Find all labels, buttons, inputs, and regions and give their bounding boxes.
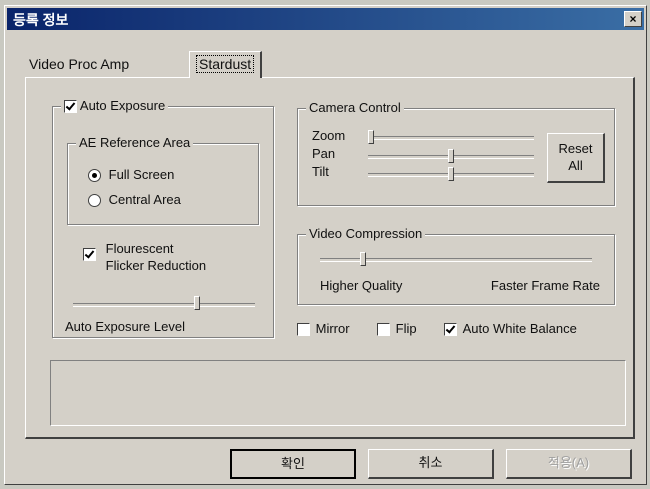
camera-control-legend: Camera Control	[306, 100, 404, 115]
central-area-label: Central Area	[108, 192, 181, 207]
tab-video-proc-amp[interactable]: Video Proc Amp	[23, 53, 135, 75]
flip-option[interactable]: Flip	[377, 321, 417, 337]
reset-label-line1: Reset	[558, 141, 593, 156]
flicker-label-line1: Flourescent	[105, 241, 174, 256]
tab-stardust-label: Stardust	[196, 55, 255, 73]
zoom-slider-thumb[interactable]	[368, 130, 374, 144]
reset-label-line2: All	[568, 158, 583, 173]
zoom-track	[368, 136, 534, 140]
auto-white-balance-label: Auto White Balance	[462, 321, 577, 336]
flicker-reduction-option[interactable]: Flourescent Flicker Reduction	[83, 240, 206, 274]
info-area	[50, 360, 626, 426]
full-screen-label: Full Screen	[108, 167, 175, 182]
auto-white-balance-checkbox[interactable]	[444, 323, 457, 337]
flicker-reduction-checkbox[interactable]	[83, 248, 96, 261]
auto-exposure-group: Auto Exposure AE Reference Area Full Scr…	[52, 98, 274, 338]
zoom-label: Zoom	[312, 128, 346, 143]
auto-white-balance-option[interactable]: Auto White Balance	[444, 321, 577, 337]
ae-reference-group: AE Reference Area Full Screen Central Ar…	[67, 135, 259, 225]
pan-label: Pan	[312, 146, 336, 161]
video-compression-group: Video Compression Higher Quality Faster …	[297, 226, 615, 305]
close-button[interactable]: ×	[624, 11, 642, 27]
mirror-checkbox[interactable]	[297, 323, 310, 337]
flip-label: Flip	[395, 321, 417, 336]
full-screen-radio[interactable]	[88, 169, 101, 183]
compression-slider-thumb[interactable]	[359, 252, 366, 266]
window-title: 등록 정보	[13, 12, 69, 28]
ae-level-label: Auto Exposure Level	[65, 319, 185, 334]
ae-level-slider-thumb[interactable]	[194, 296, 201, 310]
tab-stardust[interactable]: Stardust	[189, 51, 263, 78]
properties-dialog: 등록 정보 × Video Proc Amp Stardust Auto Exp…	[4, 5, 647, 485]
ae-reference-legend: AE Reference Area	[76, 135, 194, 150]
tilt-label: Tilt	[312, 164, 329, 179]
video-compression-legend: Video Compression	[306, 226, 426, 241]
central-area-radio[interactable]	[88, 194, 101, 208]
pan-slider-thumb[interactable]	[448, 149, 454, 163]
mirror-label: Mirror	[315, 321, 350, 336]
auto-exposure-checkbox[interactable]	[64, 100, 77, 114]
tilt-slider-thumb[interactable]	[448, 167, 454, 181]
mirror-option[interactable]: Mirror	[297, 321, 350, 337]
auto-exposure-label: Auto Exposure	[79, 98, 166, 113]
title-bar: 등록 정보 ×	[7, 8, 644, 30]
reset-all-button[interactable]: Reset All	[547, 133, 605, 183]
flicker-label-line2: Flicker Reduction	[105, 258, 207, 273]
camera-control-group: Camera Control Zoom Pan Tilt Reset All	[297, 100, 615, 206]
flip-checkbox[interactable]	[377, 323, 390, 337]
faster-frame-rate-label: Faster Frame Rate	[490, 278, 600, 293]
cancel-button[interactable]: 취소	[368, 449, 494, 479]
central-area-option[interactable]: Central Area	[88, 192, 181, 208]
apply-button[interactable]: 적용(A)	[506, 449, 632, 479]
ae-level-track	[73, 303, 255, 307]
higher-quality-label: Higher Quality	[320, 278, 403, 293]
full-screen-option[interactable]: Full Screen	[88, 167, 175, 183]
ok-button[interactable]: 확인	[230, 449, 356, 479]
tab-panel: Auto Exposure AE Reference Area Full Scr…	[25, 77, 635, 439]
auto-exposure-header: Auto Exposure	[61, 98, 169, 114]
